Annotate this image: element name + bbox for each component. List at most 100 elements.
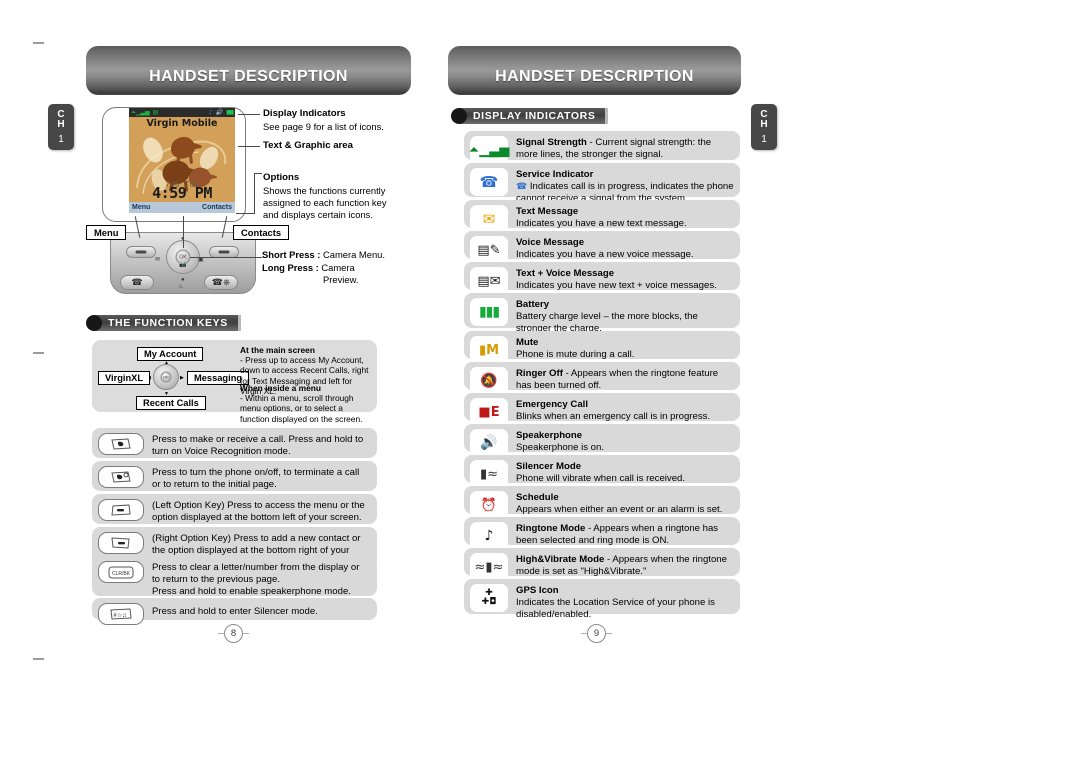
indicator-text-speakerphone: Speakerphone Speakerphone is on. — [516, 429, 734, 454]
message-key-icon: ✉ — [155, 257, 161, 263]
phone-screen-title: Virgin Mobile — [146, 118, 218, 129]
phone-softkey-bar: Menu Contacts — [129, 202, 235, 213]
indicator-bold-ringtone-mode: Ringtone Mode — [516, 523, 586, 534]
phone-screen-time: 4:59 PM — [152, 184, 212, 202]
left-chapter-tab-number: 1 — [58, 133, 64, 145]
long-press-value: Camera — [321, 262, 355, 273]
right-chapter-tab-number: 1 — [761, 133, 767, 145]
indicator-rest-gps: Indicates the Location Service of your p… — [516, 597, 715, 621]
ringer-off-icon: 🔕 — [470, 367, 508, 395]
indicator-row-voice-message: ▤✎ Voice Message Indicates you have a ne… — [464, 231, 740, 264]
indicator-bold-battery: Battery — [516, 299, 550, 310]
indicator-row-text-voice: ▤✉ Text + Voice Message Indicates you ha… — [464, 262, 740, 295]
camera-center-icon: 📷 — [179, 262, 187, 268]
indicator-rest-speakerphone: Speakerphone is on. — [516, 442, 605, 454]
indicator-text-text-message: Text Message Indicates you have a new te… — [516, 205, 734, 230]
callout-options-title: Options — [263, 172, 300, 183]
inline-service-on-icon: ☎ — [516, 182, 528, 193]
gps-icon-glyphs: ✚ ✚◘ — [481, 588, 497, 607]
softkey-right-label: Contacts — [202, 204, 232, 211]
leader-camera-note — [190, 257, 262, 258]
indicator-row-mute: ▮M Mute Phone is mute during a call. — [464, 331, 740, 364]
send-key[interactable]: ☎ — [120, 275, 154, 290]
left-option-key-icon — [98, 499, 144, 521]
softkey-left-label: Menu — [132, 204, 151, 211]
indicator-rest-emergency: Blinks when an emergency call is in prog… — [516, 411, 711, 423]
menu-key-label: Menu — [86, 225, 127, 240]
right-chapter-tab: C H 1 — [751, 104, 777, 150]
text-voice-message-icon: ▤✉ — [470, 267, 508, 295]
indicator-text-mute: Mute Phone is mute during a call. — [516, 336, 734, 361]
battery-icon: ▮▮▮ — [470, 298, 508, 326]
gps-icon: ✚ ✚◘ — [470, 584, 508, 612]
fk-note-1-heading: When inside a menu — [240, 383, 321, 393]
speakerphone-icon: 🔊 — [470, 429, 508, 457]
svg-text:CLR/BK: CLR/BK — [112, 571, 131, 577]
indicator-bold-text-voice: Text + Voice Message — [516, 268, 615, 279]
key-row-clear: CLR/BK Press to clear a letter/number fr… — [92, 556, 377, 597]
text-message-icon: ✉ — [470, 205, 508, 233]
send-key-icon — [98, 433, 144, 455]
end-key[interactable]: ☎⎈ — [204, 275, 238, 290]
status-signal-icon: ⏶▁▃▅ — [131, 108, 150, 116]
long-press-note: Long Press : Camera — [262, 262, 412, 274]
indicator-rest-voice-message: Indicates you have a new voice message. — [516, 249, 694, 261]
high-vibrate-mode-icon: ≈▮≈ — [470, 553, 508, 581]
left-chapter-tab-line2: H — [57, 118, 65, 130]
display-indicators-heading: DISPLAY INDICATORS — [451, 108, 609, 124]
indicator-row-ringer-off: 🔕 Ringer Off - Appears when the ringtone… — [464, 362, 740, 395]
key-row-left-option: (Left Option Key) Press to access the me… — [92, 494, 377, 524]
left-page-number: 8 — [218, 624, 249, 643]
signal-strength-icon: ⏶▁▃▅ — [469, 136, 509, 164]
right-page-number: 9 — [581, 624, 612, 643]
function-keys-ok: OK — [160, 371, 172, 383]
crop-tick-bottom — [33, 658, 44, 660]
indicator-row-gps: ✚ ✚◘ GPS Icon Indicates the Location Serv… — [464, 579, 740, 620]
callout-display-indicators-title: Display Indicators — [263, 108, 346, 119]
indicator-rest-mute: Phone is mute during a call. — [516, 349, 635, 361]
phone-screen: ⏶▁▃▅ ▤ ♪ 🔊 ▮▮▮ Virgin Mobile 7/6 Tue 4:5… — [129, 108, 235, 213]
key-row-end-text: Press to turn the phone on/off, to termi… — [152, 467, 360, 491]
status-ringtone-icon: ♪ — [208, 108, 213, 116]
left-softkey-dash — [135, 250, 147, 254]
indicator-row-service: ☎ Service Indicator ☎ Indicates call is … — [464, 163, 740, 204]
fk-label-virginxl: VirginXL — [98, 371, 151, 385]
indicator-text-ringtone-mode: Ringtone Mode - Appears when a ringtone … — [516, 522, 734, 547]
indicator-bold-voice-message: Voice Message — [516, 237, 585, 248]
indicator-text-gps: GPS Icon Indicates the Location Service … — [516, 584, 734, 622]
indicator-row-high-vibrate: ≈▮≈ High&Vibrate Mode - Appears when the… — [464, 548, 740, 581]
indicator-bold-signal: Signal Strength — [516, 137, 587, 148]
indicator-row-text-message: ✉ Text Message Indicates you have a new … — [464, 200, 740, 233]
status-service-icon: ▤ — [152, 108, 159, 116]
indicator-bold-speakerphone: Speakerphone — [516, 430, 583, 441]
indicator-rest-schedule: Appears when either an event or an alarm… — [516, 504, 723, 516]
function-keys-bullet-icon — [86, 315, 102, 331]
silencer-mode-icon: ▮≈ — [470, 460, 508, 488]
display-indicators-heading-label: DISPLAY INDICATORS — [459, 108, 609, 124]
left-chapter-tab: C H 1 — [48, 104, 74, 150]
ringtone-mode-icon: ♪ — [470, 522, 508, 550]
key-row-pound: #☆♫ Press and hold to enter Silencer mod… — [92, 598, 377, 625]
key-row-send: Press to make or receive a call. Press a… — [92, 428, 377, 458]
manual-spread: HANDSET DESCRIPTION C H 1 ⏶▁▃▅ ▤ ♪ 🔊 ▮▮▮ — [0, 0, 1080, 763]
callout-options-body: Shows the functions currently assigned t… — [263, 185, 387, 220]
indicator-text-silencer: Silencer Mode Phone will vibrate when ca… — [516, 460, 734, 485]
short-press-note: Short Press : Camera Menu. — [262, 249, 412, 261]
leader-options-h1 — [254, 173, 262, 174]
key-row-end: Press to turn the phone on/off, to termi… — [92, 461, 377, 491]
callout-display-indicators-body: See page 9 for a list of icons. — [263, 121, 384, 132]
key-row-pound-text: Press and hold to enter Silencer mode. — [152, 606, 318, 617]
speaker-key-icon: ♨ — [178, 284, 184, 290]
indicator-text-text-voice: Text + Voice Message Indicates you have … — [516, 267, 734, 292]
long-press-label: Long Press : — [262, 262, 319, 273]
indicator-bold-silencer: Silencer Mode — [516, 461, 582, 472]
key-row-left-option-text: (Left Option Key) Press to access the me… — [152, 500, 365, 524]
indicator-row-ringtone-mode: ♪ Ringtone Mode - Appears when a rington… — [464, 517, 740, 550]
indicator-row-speakerphone: 🔊 Speakerphone Speakerphone is on. — [464, 424, 740, 457]
svg-text:#☆♫: #☆♫ — [113, 612, 126, 619]
display-indicators-bullet-icon — [451, 108, 467, 124]
left-softkey[interactable] — [126, 246, 156, 258]
leader-options-h2 — [236, 213, 255, 214]
leader-text-graphic — [238, 146, 260, 147]
pound-key-icon: #☆♫ — [98, 603, 144, 625]
